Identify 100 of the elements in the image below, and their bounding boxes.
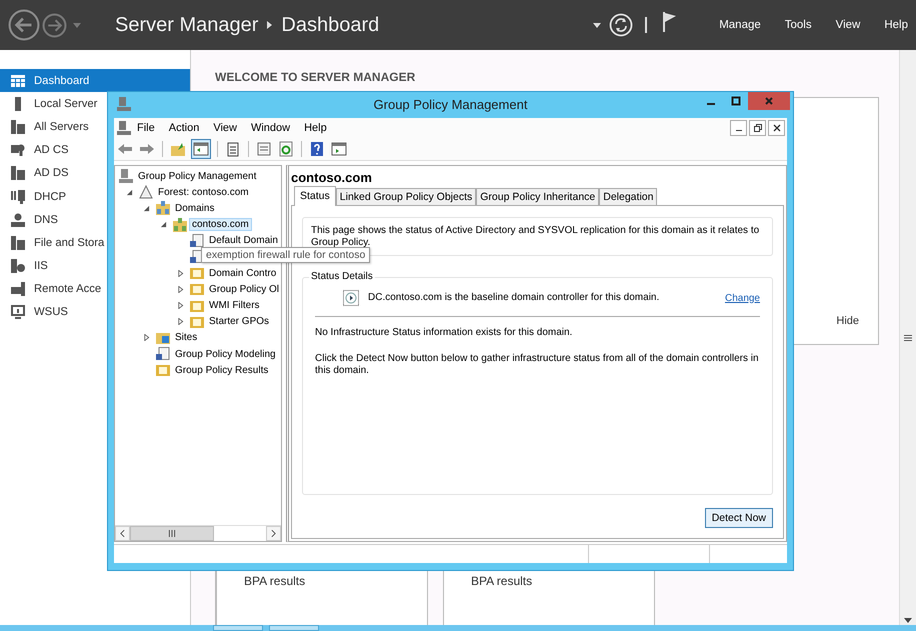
- minimize-button[interactable]: [730, 120, 747, 136]
- tree-item[interactable]: Group Policy Modeling: [172, 348, 279, 361]
- scroll-right-button[interactable]: [266, 526, 281, 541]
- close-icon: [764, 96, 774, 106]
- chevron-left-icon: [120, 529, 125, 538]
- menu-item[interactable]: Action: [168, 122, 200, 134]
- sidebar-item[interactable]: DNS: [0, 208, 60, 232]
- sidebar-item[interactable]: Local Server: [0, 92, 100, 116]
- sidebar-item[interactable]: WSUS: [0, 300, 70, 324]
- help-icon[interactable]: [308, 140, 326, 158]
- breadcrumb-arrow-icon: [267, 21, 272, 29]
- play-circle-icon: [343, 290, 359, 306]
- console-tree-icon[interactable]: [191, 139, 211, 159]
- collapsed-arrow-icon[interactable]: [176, 286, 184, 293]
- grip-icon: [904, 334, 912, 340]
- sidebar-item[interactable]: Remote Acce: [0, 278, 104, 301]
- refresh-icon[interactable]: [277, 140, 295, 158]
- tab[interactable]: Status: [294, 186, 336, 206]
- scroll-down-arrow-icon[interactable]: [904, 618, 912, 623]
- console-icon[interactable]: [117, 121, 131, 135]
- tree-item[interactable]: Forest: contoso.com: [155, 186, 252, 199]
- panel-icon[interactable]: [330, 140, 348, 158]
- triangle-icon: [138, 184, 154, 200]
- monitor-icon: [11, 305, 25, 320]
- forward-button[interactable]: [42, 12, 67, 38]
- folder-icon: [189, 281, 205, 298]
- restore-button[interactable]: [749, 120, 766, 136]
- info-text: No Infrastructure Status information exists for this domain.: [315, 327, 574, 339]
- tree-item[interactable]: Starter GPOs: [206, 315, 272, 328]
- expanded-arrow-icon[interactable]: [142, 204, 150, 212]
- group-title: Status Details: [309, 271, 375, 282]
- dropdown-caret-icon[interactable]: [593, 22, 602, 28]
- sidebar-item[interactable]: AD DS: [0, 162, 71, 185]
- menu-item[interactable]: Help: [884, 19, 908, 31]
- hide-link[interactable]: Hide: [836, 315, 859, 327]
- sidebar-item[interactable]: All Servers: [0, 115, 91, 139]
- collapsed-arrow-icon[interactable]: [176, 302, 184, 310]
- menu-item[interactable]: Help: [304, 122, 327, 134]
- properties-icon[interactable]: [255, 140, 273, 158]
- menu-item[interactable]: View: [836, 19, 860, 31]
- page-title: Dashboard: [281, 14, 380, 36]
- servers-icon: [11, 166, 25, 180]
- grid-icon: [11, 74, 25, 88]
- expanded-arrow-icon[interactable]: [160, 221, 166, 228]
- domain-icon: [155, 200, 171, 216]
- tree-item[interactable]: Group Policy Management: [135, 170, 260, 183]
- grip-icon: [168, 530, 176, 537]
- servers-icon: [11, 236, 25, 250]
- minimize-icon: [706, 103, 714, 105]
- menu-item[interactable]: Manage: [719, 19, 761, 31]
- expanded-arrow-icon[interactable]: [126, 188, 132, 196]
- document-icon: [155, 346, 171, 362]
- tile-label: BPA results: [243, 573, 306, 588]
- tab[interactable]: Linked Group Policy Objects: [336, 188, 476, 205]
- tree-item[interactable]: contoso.com: [189, 218, 252, 232]
- tree-item[interactable]: Group Policy Results: [172, 364, 272, 377]
- tree-item[interactable]: Group Policy Ol: [206, 282, 281, 296]
- detect-now-button[interactable]: Detect Now: [704, 508, 773, 528]
- sidebar-item[interactable]: DHCP: [0, 184, 68, 208]
- tree-item[interactable]: Sites: [172, 331, 200, 344]
- flag-icon[interactable]: [663, 12, 678, 32]
- collapsed-arrow-icon[interactable]: [142, 334, 150, 342]
- chevron-right-icon: [271, 529, 276, 538]
- folder-icon: [189, 265, 205, 282]
- close-button[interactable]: [768, 120, 785, 136]
- menu-item[interactable]: View: [213, 122, 237, 134]
- close-icon: [772, 123, 782, 133]
- menu-item[interactable]: File: [137, 122, 155, 134]
- scroll-left-button[interactable]: [115, 526, 130, 541]
- window-title: Group Policy Management: [372, 96, 528, 112]
- servers-icon: [11, 120, 25, 134]
- back-button[interactable]: [8, 9, 40, 41]
- tree-item[interactable]: WMI Filters: [206, 299, 263, 312]
- refresh-icon[interactable]: [609, 13, 634, 37]
- menu-item[interactable]: Window: [250, 122, 290, 134]
- sidebar-item[interactable]: IIS: [0, 254, 50, 278]
- baseline-text: DC.contoso.com is the baseline domain controller for this domain.: [368, 292, 660, 304]
- vertical-scrollbar[interactable]: [899, 50, 916, 625]
- document-icon: [189, 232, 205, 249]
- menu-item[interactable]: Tools: [784, 19, 812, 31]
- tree-item[interactable]: Default Domain: [206, 234, 281, 248]
- minimize-icon: [736, 130, 742, 132]
- tooltip: exemption firewall rule for contoso: [201, 247, 370, 263]
- change-link[interactable]: Change: [724, 292, 760, 304]
- sidebar-item[interactable]: AD CS: [0, 138, 71, 162]
- sidebar-item[interactable]: Dashboard: [0, 69, 190, 92]
- scroll-thumb[interactable]: [130, 526, 214, 541]
- tree-item[interactable]: Domain Contro: [206, 266, 280, 280]
- folder-icon: [155, 362, 171, 378]
- sidebar-item[interactable]: File and Stora: [0, 231, 106, 254]
- restore-icon: [752, 123, 762, 133]
- instructions-text: Click the Detect Now button below to gather infrastructure status from all of the domain controllers in this domain.: [315, 353, 760, 377]
- tab[interactable]: Delegation: [599, 188, 658, 205]
- tree-item[interactable]: Domains: [172, 202, 218, 215]
- maximize-icon: [730, 96, 740, 106]
- tab[interactable]: Group Policy Inheritance: [476, 188, 600, 205]
- domain-title: contoso.com: [291, 170, 373, 185]
- section-title: WELCOME TO SERVER MANAGER: [215, 70, 416, 84]
- collapsed-arrow-icon[interactable]: [176, 318, 184, 326]
- collapsed-arrow-icon[interactable]: [176, 270, 184, 277]
